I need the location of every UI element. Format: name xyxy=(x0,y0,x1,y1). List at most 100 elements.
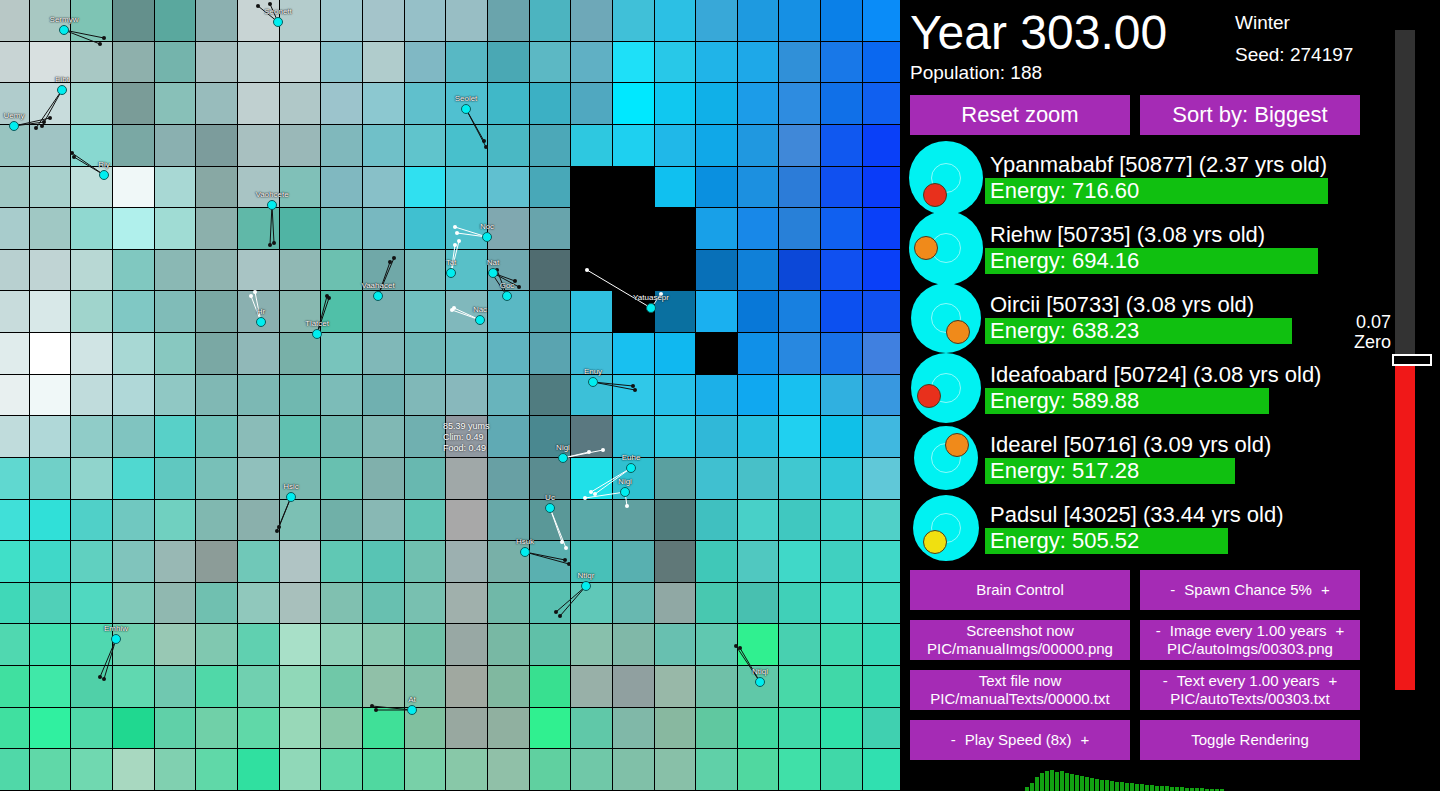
tile[interactable] xyxy=(655,458,697,500)
increase-button[interactable]: + xyxy=(1328,672,1337,690)
tile[interactable] xyxy=(488,583,530,625)
tile[interactable] xyxy=(405,375,447,417)
tile[interactable] xyxy=(696,167,738,209)
tile[interactable] xyxy=(613,333,655,375)
tile[interactable] xyxy=(71,583,113,625)
tile[interactable] xyxy=(488,42,530,84)
tile[interactable] xyxy=(821,208,863,250)
tile[interactable] xyxy=(779,416,821,458)
increase-button[interactable]: + xyxy=(1335,622,1344,640)
tile[interactable] xyxy=(488,500,530,542)
tile[interactable] xyxy=(738,42,780,84)
tile[interactable] xyxy=(530,83,572,125)
tile[interactable] xyxy=(488,458,530,500)
tile[interactable] xyxy=(238,749,280,791)
tile[interactable] xyxy=(863,0,900,42)
tile[interactable] xyxy=(863,208,900,250)
creature-body-icon[interactable] xyxy=(502,291,512,301)
tile[interactable] xyxy=(113,458,155,500)
tile[interactable] xyxy=(613,416,655,458)
tile[interactable] xyxy=(280,749,322,791)
tile[interactable] xyxy=(0,749,30,791)
tile[interactable] xyxy=(196,666,238,708)
tile[interactable] xyxy=(530,291,572,333)
tile[interactable] xyxy=(405,291,447,333)
tile[interactable] xyxy=(696,541,738,583)
tile[interactable] xyxy=(0,541,30,583)
tile[interactable] xyxy=(779,458,821,500)
tile[interactable] xyxy=(571,666,613,708)
tile[interactable] xyxy=(238,416,280,458)
tile[interactable] xyxy=(196,0,238,42)
tile[interactable] xyxy=(363,708,405,750)
tile[interactable] xyxy=(821,125,863,167)
creature-body-icon[interactable] xyxy=(446,268,456,278)
tile[interactable] xyxy=(530,624,572,666)
tile[interactable] xyxy=(71,541,113,583)
tile[interactable] xyxy=(196,624,238,666)
tile[interactable] xyxy=(155,541,197,583)
tile[interactable] xyxy=(155,250,197,292)
tile[interactable] xyxy=(571,42,613,84)
tile[interactable] xyxy=(363,83,405,125)
tile[interactable] xyxy=(571,416,613,458)
tile[interactable] xyxy=(738,624,780,666)
tile[interactable] xyxy=(488,125,530,167)
increase-button[interactable]: + xyxy=(1080,731,1089,749)
tile[interactable] xyxy=(238,42,280,84)
tile[interactable] xyxy=(488,83,530,125)
tile[interactable] xyxy=(280,583,322,625)
tile[interactable] xyxy=(446,749,488,791)
creature-body-icon[interactable] xyxy=(755,677,765,687)
tile[interactable] xyxy=(863,708,900,750)
tile[interactable] xyxy=(863,375,900,417)
tile[interactable] xyxy=(446,583,488,625)
creature-body-icon[interactable] xyxy=(581,581,591,591)
creature-body-icon[interactable] xyxy=(312,329,322,339)
tile[interactable] xyxy=(30,208,72,250)
tile[interactable] xyxy=(363,458,405,500)
tile[interactable] xyxy=(863,42,900,84)
action-button[interactable]: Text file nowPIC/manualTexts/00000.txt xyxy=(910,670,1130,710)
tile[interactable] xyxy=(613,0,655,42)
tile[interactable] xyxy=(280,83,322,125)
leaderboard-row[interactable]: Ypanmababf [50877] (2.37 yrs old)Energy:… xyxy=(910,143,1390,213)
tile[interactable] xyxy=(321,250,363,292)
tile[interactable] xyxy=(530,250,572,292)
tile[interactable] xyxy=(405,125,447,167)
tile[interactable] xyxy=(113,333,155,375)
tile[interactable] xyxy=(196,500,238,542)
tile[interactable] xyxy=(863,458,900,500)
tile[interactable] xyxy=(821,83,863,125)
tile[interactable] xyxy=(321,333,363,375)
tile[interactable] xyxy=(613,167,655,209)
tile[interactable] xyxy=(0,42,30,84)
tile[interactable] xyxy=(0,500,30,542)
tile[interactable] xyxy=(113,500,155,542)
tile[interactable] xyxy=(0,416,30,458)
tile[interactable] xyxy=(30,500,72,542)
tile[interactable] xyxy=(321,458,363,500)
tile[interactable] xyxy=(113,666,155,708)
tile[interactable] xyxy=(155,208,197,250)
tile[interactable] xyxy=(571,125,613,167)
creature-body-icon[interactable] xyxy=(545,503,555,513)
creature-body-icon[interactable] xyxy=(57,85,67,95)
tile[interactable] xyxy=(280,333,322,375)
tile[interactable] xyxy=(738,375,780,417)
tile[interactable] xyxy=(530,42,572,84)
tile[interactable] xyxy=(821,167,863,209)
tile[interactable] xyxy=(238,500,280,542)
tile[interactable] xyxy=(113,208,155,250)
tile[interactable] xyxy=(321,42,363,84)
tile[interactable] xyxy=(696,624,738,666)
tile[interactable] xyxy=(655,708,697,750)
tile[interactable] xyxy=(405,458,447,500)
creature-body-icon[interactable] xyxy=(373,291,383,301)
tile[interactable] xyxy=(655,416,697,458)
tile[interactable] xyxy=(738,458,780,500)
tile[interactable] xyxy=(779,125,821,167)
creature-body-icon[interactable] xyxy=(520,547,530,557)
tile[interactable] xyxy=(280,416,322,458)
creature-body-icon[interactable] xyxy=(558,453,568,463)
